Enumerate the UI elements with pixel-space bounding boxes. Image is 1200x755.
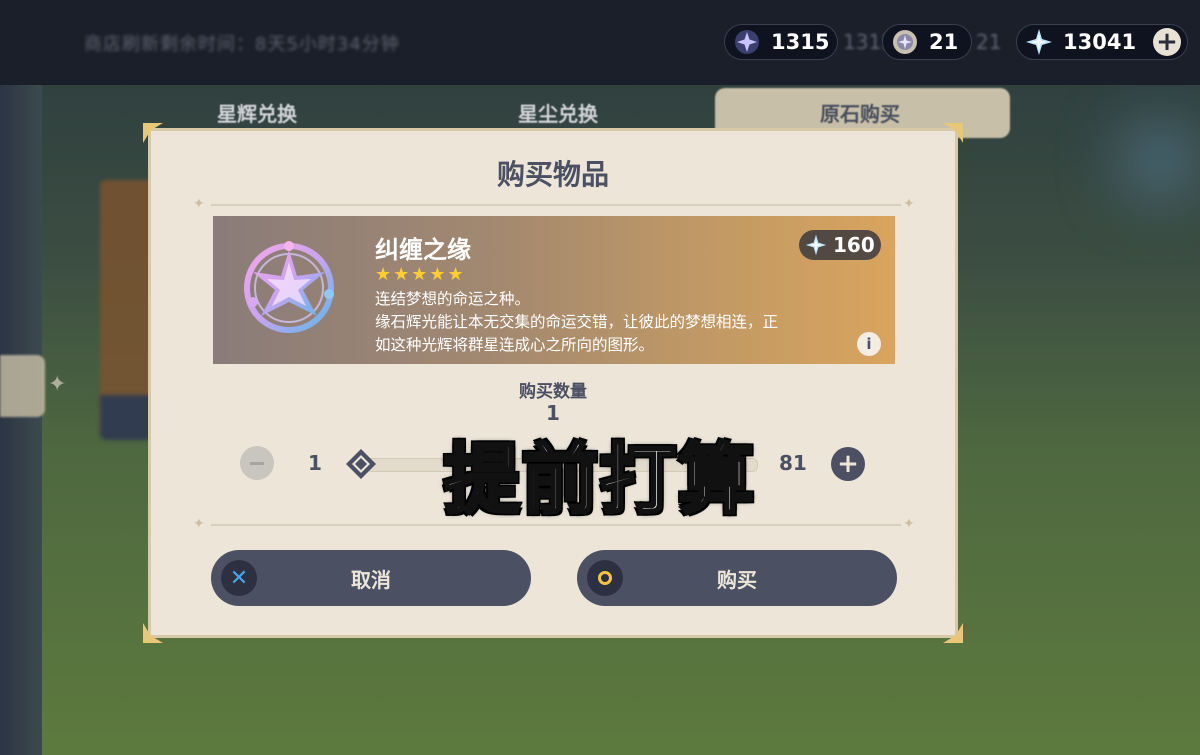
rarity-stars: ★★★★★ [375,264,466,285]
video-caption-overlay: 提前打算 [443,434,756,526]
tab-starglitter-exchange[interactable]: 星辉兑换 [217,98,297,127]
stardust-counter: 21 [882,24,972,60]
item-description-line: 如这种光辉将群星连成心之所向的图形。 [375,336,655,354]
starglitter-value: 1315 [771,30,830,54]
purchase-dialog: 购买物品 ✦ ✦ 纠缠之缘 ★★★★★ 连结梦想的命运之种。 缘石辉光能让本无交… [143,123,963,643]
purchase-button-label: 购买 [717,567,757,592]
cancel-button-label: 取消 [351,567,391,592]
corner-ornament-icon [941,621,965,645]
stardust-ghost-value: 21 [976,30,1002,54]
cancel-button[interactable]: ✕ 取消 [211,550,531,606]
background-side-tab [0,355,45,417]
divider-gem-icon: ✦ [193,196,205,212]
stardust-value: 21 [929,30,959,54]
dialog-title: 购买物品 [496,158,609,191]
item-name: 纠缠之缘 [375,236,471,264]
background-star-icon: ✦ [48,372,67,397]
confirm-icon [587,560,623,596]
shop-refresh-timer: 商店刷新剩余时间：8天5小时34分钟 [84,34,400,55]
item-description: 连结梦想的命运之种。 缘石辉光能让本无交集的命运交错，让彼此的梦想相连，正 如这… [375,288,855,357]
purchase-button[interactable]: 购买 [577,550,897,606]
item-info-button[interactable]: i [857,332,881,356]
starglitter-counter: 1315 [724,24,838,60]
add-primogem-button[interactable]: + [1153,28,1181,56]
stardust-icon [891,28,919,56]
corner-ornament-icon [941,121,965,145]
cancel-icon: ✕ [221,560,257,596]
divider-gem-icon: ✦ [903,196,915,212]
quantity-label: 购买数量 [519,382,587,402]
item-description-line: 缘石辉光能让本无交集的命运交错，让彼此的梦想相连，正 [375,313,779,331]
intertwined-fate-icon [233,232,345,344]
corner-ornament-icon [141,121,165,145]
tab-stardust-exchange[interactable]: 星尘兑换 [518,98,598,127]
primogem-value: 13041 [1063,30,1137,54]
title-divider [211,204,901,206]
primogem-icon [1025,28,1053,56]
item-price: 160 [799,230,881,260]
tab-purchase-with-primogems[interactable]: 原石购买 [820,98,900,127]
item-description-line: 连结梦想的命运之种。 [375,290,531,308]
item-info-panel: 纠缠之缘 ★★★★★ 连结梦想的命运之种。 缘石辉光能让本无交集的命运交错，让彼… [213,216,895,364]
corner-ornament-icon [141,621,165,645]
starglitter-icon [733,28,761,56]
top-bar: 商店刷新剩余时间：8天5小时34分钟 1315 1315 21 21 13041… [0,0,1200,85]
item-price-value: 160 [833,233,875,257]
primogem-icon [805,234,827,256]
